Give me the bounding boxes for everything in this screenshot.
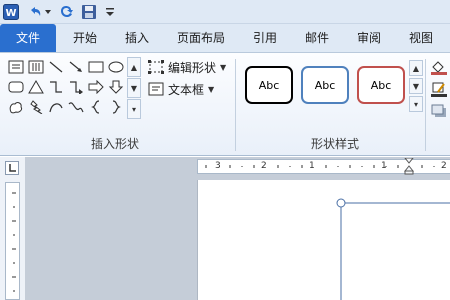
shape-styles-group-label: 形状样式 bbox=[310, 137, 359, 151]
elbow-connector-shape-icon[interactable] bbox=[46, 78, 66, 96]
text-box-label: 文本框 bbox=[168, 82, 205, 97]
group-divider bbox=[235, 59, 236, 151]
right-brace-shape-icon[interactable] bbox=[106, 98, 126, 116]
shape-effects-icon[interactable] bbox=[429, 102, 449, 120]
tab-references[interactable]: 引用 bbox=[242, 24, 288, 52]
ruler-label: 2 bbox=[441, 161, 447, 171]
gallery-scroll-up-icon[interactable]: ▲ bbox=[127, 57, 141, 77]
ruler-label: 2 bbox=[261, 161, 267, 171]
quick-access-toolbar: W bbox=[0, 0, 450, 24]
customize-toolbar-icon[interactable] bbox=[104, 3, 116, 20]
chevron-down-icon: ▼ bbox=[208, 84, 215, 94]
right-arrow-shape-icon[interactable] bbox=[86, 78, 106, 96]
lightning-shape-icon[interactable] bbox=[26, 98, 46, 116]
arrow-line-shape-icon[interactable] bbox=[66, 58, 86, 76]
tab-file[interactable]: 文件 bbox=[0, 24, 56, 52]
ruler-label: 1 bbox=[309, 161, 315, 171]
ribbon-panel: ▲ ▼ ▾ 编辑形状 ▼ 文本框 ▼ 插入形状 Abc Abc Abc ▲ ▼ … bbox=[0, 52, 450, 156]
shape-style-sample-2[interactable]: Abc bbox=[301, 66, 349, 104]
edit-shape-button[interactable]: 编辑形状 ▼ bbox=[148, 58, 226, 76]
down-arrow-shape-icon[interactable] bbox=[106, 78, 126, 96]
vertical-text-box-shape-icon[interactable] bbox=[26, 58, 46, 76]
shape-outline-icon[interactable] bbox=[429, 80, 449, 98]
style-scroll-up-icon[interactable]: ▲ bbox=[409, 60, 423, 76]
elbow-arrow-connector-shape-icon[interactable] bbox=[66, 78, 86, 96]
style-scroll-down-icon[interactable]: ▼ bbox=[409, 78, 423, 94]
text-box-button[interactable]: 文本框 ▼ bbox=[148, 80, 214, 98]
curve-shape-icon[interactable] bbox=[66, 98, 86, 116]
triangle-shape-icon[interactable] bbox=[26, 78, 46, 96]
text-box-icon bbox=[148, 82, 164, 96]
save-icon[interactable] bbox=[80, 3, 98, 20]
ribbon-tabs: 文件 开始 插入 页面布局 引用 邮件 审阅 视图 bbox=[0, 24, 450, 52]
shape-style-sample-1[interactable]: Abc bbox=[245, 66, 293, 104]
tab-home[interactable]: 开始 bbox=[62, 24, 108, 52]
arc-shape-icon[interactable] bbox=[46, 98, 66, 116]
wps-writer-icon[interactable]: W bbox=[2, 3, 20, 20]
star-shape-icon[interactable] bbox=[6, 98, 26, 116]
left-brace-shape-icon[interactable] bbox=[86, 98, 106, 116]
indent-marker-icon[interactable] bbox=[403, 157, 415, 175]
gallery-more-icon[interactable]: ▾ bbox=[127, 99, 141, 119]
tab-insert[interactable]: 插入 bbox=[114, 24, 160, 52]
vertical-ruler[interactable] bbox=[5, 182, 20, 300]
insert-shapes-group-label: 插入形状 bbox=[90, 137, 139, 151]
document-page[interactable] bbox=[197, 180, 450, 300]
tab-mailings[interactable]: 邮件 bbox=[294, 24, 340, 52]
tab-view[interactable]: 视图 bbox=[398, 24, 444, 52]
tab-review[interactable]: 审阅 bbox=[346, 24, 392, 52]
line-shape-icon[interactable] bbox=[46, 58, 66, 76]
rectangle-shape-icon[interactable] bbox=[86, 58, 106, 76]
ruler-label: 1 bbox=[381, 161, 387, 171]
rounded-rectangle-shape-icon[interactable] bbox=[6, 78, 26, 96]
edit-shape-label: 编辑形状 bbox=[168, 60, 217, 75]
edit-shape-icon bbox=[148, 60, 164, 74]
gallery-scroll-down-icon[interactable]: ▼ bbox=[127, 78, 141, 98]
text-box-shape-icon[interactable] bbox=[6, 58, 26, 76]
redo-icon[interactable] bbox=[58, 3, 76, 20]
svg-text:W: W bbox=[5, 8, 16, 19]
style-more-icon[interactable]: ▾ bbox=[409, 96, 423, 112]
shape-fill-icon[interactable] bbox=[429, 58, 449, 76]
shape-style-sample-3[interactable]: Abc bbox=[357, 66, 405, 104]
oval-shape-icon[interactable] bbox=[106, 58, 126, 76]
tab-page-layout[interactable]: 页面布局 bbox=[168, 24, 234, 52]
ruler-label: 3 bbox=[215, 161, 221, 171]
undo-dropdown-icon[interactable] bbox=[43, 3, 53, 20]
horizontal-ruler[interactable]: 3 2 1 1 2 bbox=[197, 157, 450, 175]
selected-shape-outline[interactable] bbox=[198, 180, 450, 300]
vertical-ruler-ticks bbox=[12, 192, 16, 292]
tab-stop-selector-icon[interactable] bbox=[5, 161, 19, 175]
chevron-down-icon: ▼ bbox=[220, 62, 227, 72]
undo-icon[interactable] bbox=[26, 3, 44, 20]
